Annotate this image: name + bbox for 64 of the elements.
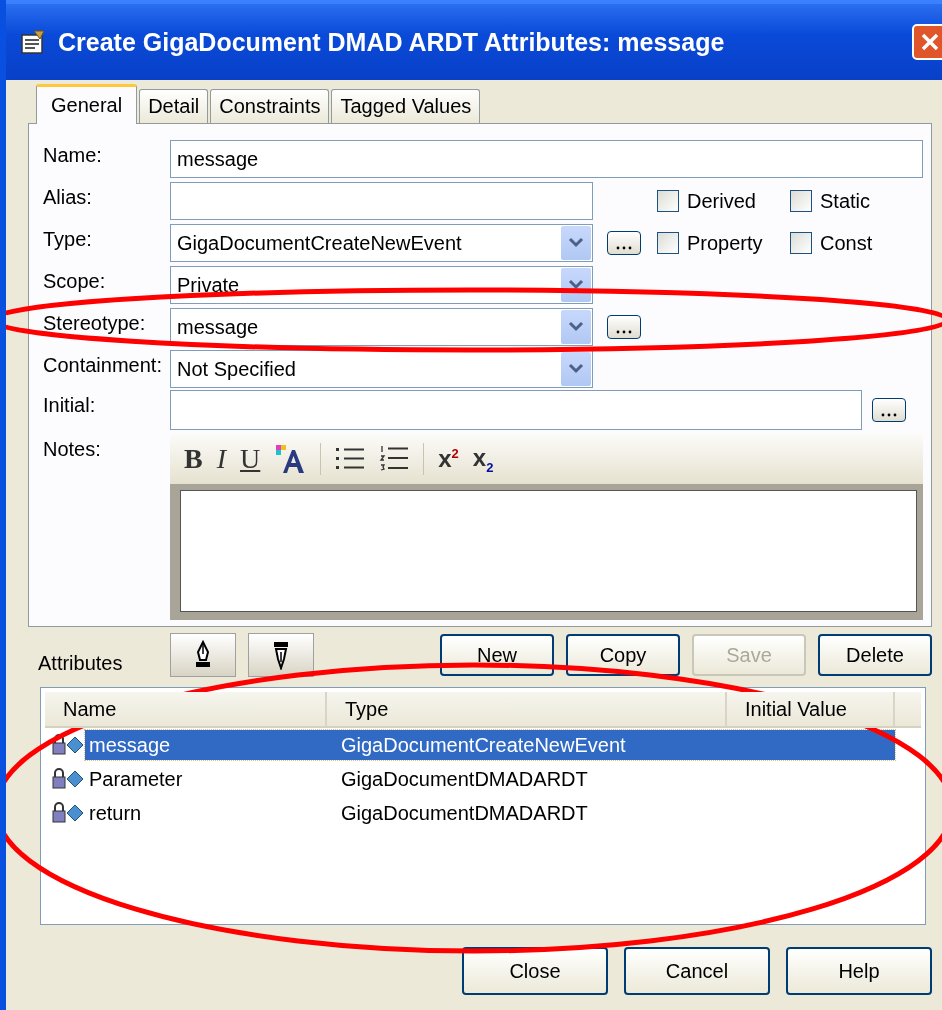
action-button[interactable]: Copy	[566, 634, 680, 676]
list-row[interactable]: return GigaDocumentDMADARDT	[85, 798, 895, 828]
ellipsis-icon	[616, 246, 632, 250]
field-label: Type:	[43, 227, 93, 251]
subscript-button[interactable]: x$_{2}$	[472, 443, 494, 475]
window-title: Create GigaDocument DMAD ARDT Attributes: message	[58, 27, 725, 57]
form-icon	[20, 29, 48, 55]
lock-diamond-icon	[51, 802, 85, 824]
section-label: Attributes	[38, 650, 124, 675]
action-button[interactable]: Delete	[818, 634, 932, 676]
name-field[interactable]: message	[170, 140, 923, 178]
browse-button[interactable]	[607, 231, 641, 255]
checkbox-label: Static	[820, 189, 871, 213]
dialog-button[interactable]: Close	[462, 947, 608, 995]
field-label: Notes:	[43, 437, 102, 461]
superscript-button[interactable]: x$^{2}$	[438, 445, 459, 473]
ellipsis-icon	[616, 330, 632, 334]
tab[interactable]: Tagged Values	[331, 89, 481, 123]
checkbox[interactable]	[657, 190, 679, 212]
ellipsis-icon	[881, 413, 897, 417]
lock-diamond-icon	[51, 734, 85, 756]
tab[interactable]: General	[36, 84, 138, 124]
lock-diamond-icon	[51, 768, 85, 790]
numbered-list-icon[interactable]	[379, 444, 410, 474]
toolbar-button[interactable]	[248, 633, 314, 677]
column-header[interactable]: Name	[45, 692, 327, 726]
dropdown[interactable]: GigaDocumentCreateNewEvent	[170, 224, 593, 262]
browse-button[interactable]	[872, 398, 906, 422]
field-label: Name:	[43, 143, 103, 167]
checkbox-label: Property	[687, 231, 763, 255]
initial-field[interactable]	[170, 390, 862, 430]
dialog-button[interactable]: Cancel	[624, 947, 770, 995]
underline-button[interactable]: U	[240, 443, 261, 475]
checkbox[interactable]	[657, 232, 679, 254]
dialog-button[interactable]: Help	[786, 947, 932, 995]
checkbox[interactable]	[790, 190, 812, 212]
italic-button[interactable]: I	[216, 443, 226, 475]
tab[interactable]: Constraints	[210, 89, 330, 123]
field-label: Containment:	[43, 353, 163, 377]
checkbox-label: Const	[820, 231, 873, 255]
close-button[interactable]	[912, 24, 942, 60]
column-header[interactable]: Type	[327, 692, 727, 726]
chevron-down-icon	[568, 363, 584, 375]
list-row[interactable]: message GigaDocumentCreateNewEvent	[85, 730, 895, 760]
chevron-down-icon	[568, 279, 584, 291]
checkbox-label: Derived	[687, 189, 756, 213]
tab[interactable]: Detail	[139, 89, 209, 123]
field-label: Scope:	[43, 269, 107, 293]
field-label: Stereotype:	[43, 311, 147, 335]
checkbox[interactable]	[790, 232, 812, 254]
close-icon	[919, 31, 941, 53]
alias-field[interactable]	[170, 182, 593, 220]
field-label: Alias:	[43, 185, 93, 209]
chevron-down-icon	[568, 321, 584, 333]
column-header[interactable]: Initial Value	[727, 692, 895, 726]
toolbar-button[interactable]	[170, 633, 236, 677]
bold-button[interactable]: B	[184, 443, 203, 475]
field-label: Initial:	[43, 393, 97, 417]
dropdown[interactable]: Not Specified	[170, 350, 593, 388]
list-row[interactable]: Parameter GigaDocumentDMADARDT	[85, 764, 895, 794]
dropdown[interactable]: message	[170, 308, 593, 346]
chevron-down-icon	[568, 237, 584, 249]
browse-button[interactable]	[607, 315, 641, 339]
font-color-icon[interactable]	[274, 444, 307, 474]
